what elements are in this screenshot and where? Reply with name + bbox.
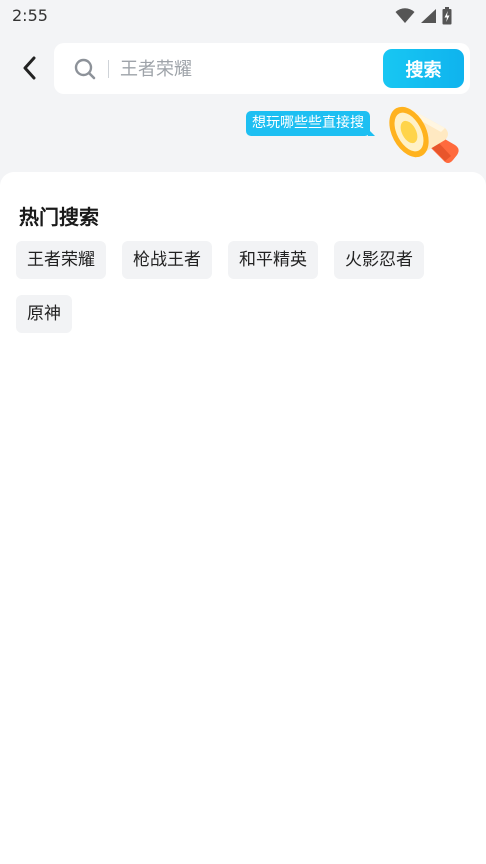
search-icon: [74, 58, 96, 80]
battery-charging-icon: [442, 7, 452, 25]
search-button[interactable]: 搜索: [383, 49, 464, 88]
hot-search-tags: 王者荣耀 枪战王者 和平精英 火影忍者 原神: [16, 241, 456, 333]
tip-text: 想玩哪些些直接搜: [252, 115, 364, 131]
search-box: 搜索: [54, 43, 470, 94]
hot-search-tag[interactable]: 枪战王者: [122, 241, 212, 279]
status-icons: [395, 7, 452, 25]
search-divider: [108, 60, 109, 78]
hot-search-title: 热门搜索: [19, 205, 99, 229]
hot-search-tag[interactable]: 王者荣耀: [16, 241, 106, 279]
hot-search-tag[interactable]: 和平精英: [228, 241, 318, 279]
chevron-left-icon: [23, 56, 36, 80]
hot-search-tag[interactable]: 火影忍者: [334, 241, 424, 279]
back-button[interactable]: [14, 52, 46, 84]
hot-search-tag[interactable]: 原神: [16, 295, 72, 333]
search-input[interactable]: [120, 51, 370, 87]
tip-tail: [368, 129, 375, 136]
megaphone-icon: [389, 106, 459, 163]
signal-icon: [421, 9, 436, 23]
status-time: 2:55: [12, 6, 48, 25]
status-bar: 2:55: [0, 0, 486, 34]
wifi-icon: [395, 8, 415, 23]
content-card: 热门搜索 王者荣耀 枪战王者 和平精英 火影忍者 原神: [0, 172, 486, 864]
tip-bubble: 想玩哪些些直接搜: [246, 111, 375, 136]
